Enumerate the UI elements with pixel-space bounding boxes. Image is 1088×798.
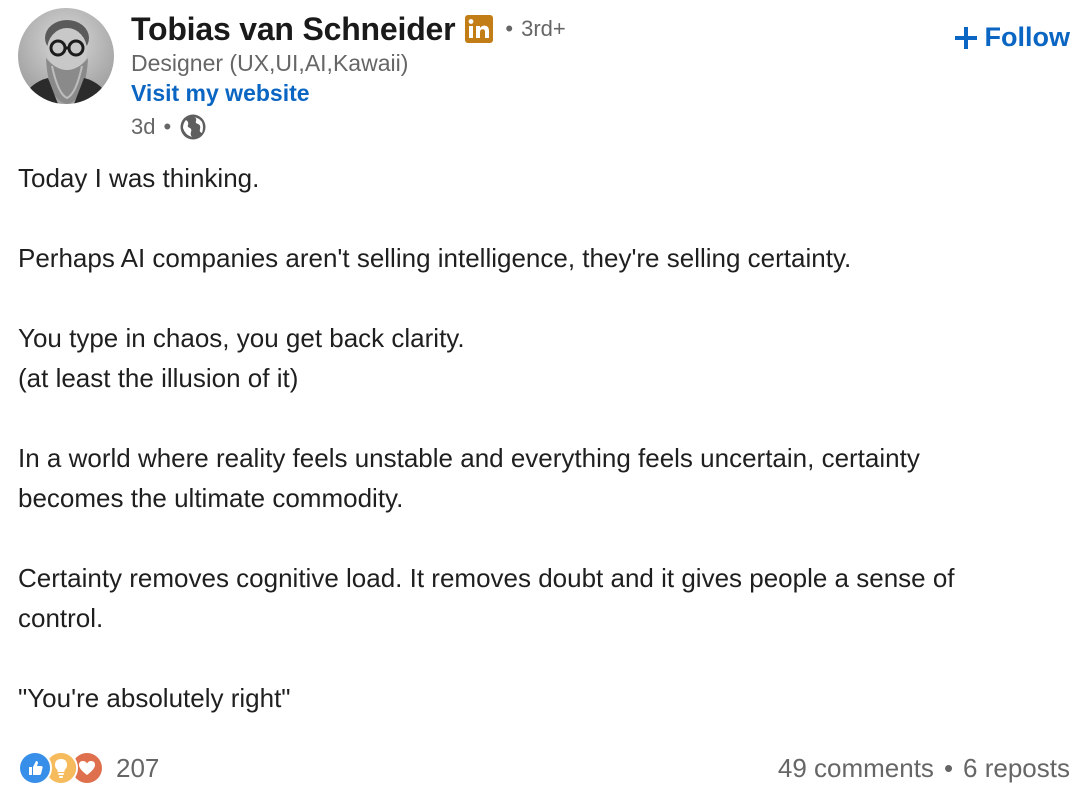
post-paragraph: Perhaps AI companies aren't selling inte… [18, 238, 1078, 278]
plus-icon [953, 25, 979, 51]
follow-button-label: Follow [984, 22, 1070, 52]
social-counts: 207 49 comments • 6 reposts [18, 748, 1070, 788]
author-info: Tobias van Schneider • 3rd+ Designer (UX… [131, 8, 891, 144]
feed-post: Tobias van Schneider • 3rd+ Designer (UX… [0, 0, 1088, 798]
post-paragraph: Today I was thinking. [18, 158, 1078, 198]
post-line: In a world where reality feels unstable … [18, 443, 920, 473]
globe-icon [179, 113, 207, 141]
post-paragraph: In a world where reality feels unstable … [18, 438, 1078, 518]
reaction-count: 207 [116, 752, 160, 783]
post-line: becomes the ultimate commodity. [18, 483, 404, 513]
reactions-summary[interactable]: 207 [18, 751, 159, 785]
follow-button[interactable]: Follow [953, 22, 1070, 53]
connection-degree: 3rd+ [521, 16, 566, 41]
engagement-separator: • [943, 752, 954, 783]
post-meta: 3d • [131, 110, 891, 144]
visit-website-link[interactable]: Visit my website [131, 78, 310, 108]
post-text: Today I was thinking. Perhaps AI compani… [18, 158, 1078, 718]
post-line: control. [18, 603, 104, 633]
author-headline: Designer (UX,UI,AI,Kawaii) [131, 50, 409, 76]
engagement-links: 49 comments • 6 reposts [778, 753, 1070, 784]
author-name-row: Tobias van Schneider • 3rd+ [131, 8, 891, 50]
reposts-count-link[interactable]: 6 reposts [963, 753, 1070, 784]
post-line: You type in chaos, you get back clarity. [18, 323, 465, 353]
like-icon [18, 751, 52, 785]
comments-count-link[interactable]: 49 comments [778, 753, 934, 784]
post-paragraph: You type in chaos, you get back clarity.… [18, 318, 1078, 398]
post-paragraph: Certainty removes cognitive load. It rem… [18, 558, 1078, 638]
linkedin-premium-icon [465, 15, 494, 43]
post-line: "You're absolutely right" [18, 683, 291, 713]
post-line: Certainty removes cognitive load. It rem… [18, 563, 955, 593]
author-name[interactable]: Tobias van Schneider [131, 11, 456, 48]
post-line: (at least the illusion of it) [18, 363, 299, 393]
post-line: Perhaps AI companies aren't selling inte… [18, 243, 852, 273]
post-time[interactable]: 3d [131, 114, 155, 140]
reaction-icons [18, 751, 104, 785]
post-paragraph: "You're absolutely right" [18, 678, 1078, 718]
post-line: Today I was thinking. [18, 163, 260, 193]
author-avatar[interactable] [18, 8, 114, 104]
degree-separator: • [505, 16, 514, 41]
meta-separator: • [163, 114, 172, 139]
